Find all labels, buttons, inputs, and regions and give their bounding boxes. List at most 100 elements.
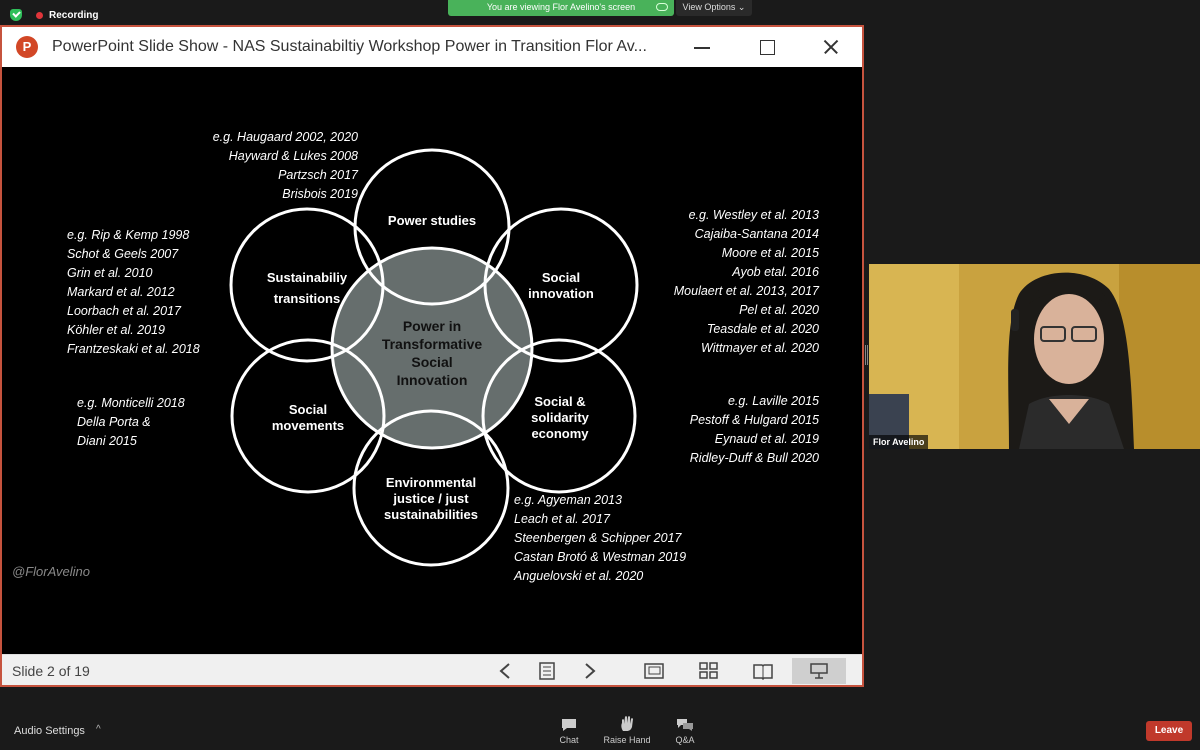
participant-video[interactable]: Flor Avelino bbox=[869, 264, 1200, 449]
leave-button[interactable]: Leave bbox=[1146, 721, 1192, 741]
recording-indicator: Recording bbox=[10, 6, 98, 24]
recording-dot-icon bbox=[36, 11, 43, 19]
reference-item: Moore et al. 2015 bbox=[721, 246, 819, 260]
powerpoint-titlebar: P PowerPoint Slide Show - NAS Sustainabi… bbox=[2, 27, 862, 67]
label-movements: Social movements bbox=[238, 402, 378, 434]
refs-transitions: e.g. Rip & Kemp 1998 Schot & Geels 2007 … bbox=[67, 226, 227, 359]
reference-item: Diani 2015 bbox=[77, 434, 137, 448]
qa-label: Q&A bbox=[675, 735, 695, 745]
slideshow-view-button[interactable] bbox=[792, 658, 846, 684]
center-label: Power in Transformative Social Innovatio… bbox=[352, 317, 512, 389]
circle-label-line: innovation bbox=[528, 286, 594, 301]
book-icon bbox=[753, 664, 773, 680]
chat-button[interactable]: Chat bbox=[539, 716, 599, 745]
center-line: Transformative bbox=[381, 336, 483, 352]
refs-environmental: e.g. Agyeman 2013 Leach et al. 2017 Stee… bbox=[514, 491, 734, 586]
reference-item: Hayward & Lukes 2008 bbox=[228, 149, 358, 163]
reference-item: Frantzeskaki et al. 2018 bbox=[67, 342, 200, 356]
circle-label-line: movements bbox=[271, 418, 345, 433]
minimize-button[interactable] bbox=[690, 35, 714, 59]
slide-menu-button[interactable] bbox=[532, 658, 562, 684]
reference-item: e.g. Agyeman 2013 bbox=[514, 493, 622, 507]
reference-item: Ayob etal. 2016 bbox=[732, 265, 819, 279]
reference-item: Schot & Geels 2007 bbox=[67, 247, 179, 261]
presenter-icon bbox=[810, 663, 828, 679]
reference-item: e.g. Laville 2015 bbox=[727, 394, 819, 408]
next-slide-button[interactable] bbox=[575, 658, 605, 684]
normal-view-button[interactable] bbox=[639, 658, 669, 684]
chevron-left-icon bbox=[499, 663, 510, 679]
reference-item: e.g. Monticelli 2018 bbox=[77, 396, 185, 410]
raise-hand-label: Raise Hand bbox=[603, 735, 651, 745]
center-line: Social bbox=[411, 354, 453, 370]
chevron-right-icon bbox=[585, 663, 596, 679]
circle-label-line: sustainabilities bbox=[384, 507, 478, 522]
label-power-studies: Power studies bbox=[362, 213, 502, 229]
slide-counter: Slide 2 of 19 bbox=[12, 663, 90, 679]
audio-chevron-up-icon[interactable]: ^ bbox=[96, 724, 101, 735]
circle-label-line: Social bbox=[541, 270, 581, 285]
refs-solidarity: e.g. Laville 2015 Pestoff & Hulgard 2015… bbox=[639, 392, 819, 468]
panel-resize-handle[interactable] bbox=[865, 345, 868, 365]
refs-social-innovation: e.g. Westley et al. 2013 Cajaiba-Santana… bbox=[619, 206, 819, 358]
window-title: PowerPoint Slide Show - NAS Sustainabilt… bbox=[52, 38, 647, 55]
chat-icon bbox=[539, 716, 599, 732]
security-shield-icon bbox=[10, 9, 22, 21]
reference-item: Markard et al. 2012 bbox=[67, 285, 175, 299]
meeting-toolbar: Audio Settings ^ Chat Raise Hand Q&A Lea… bbox=[0, 712, 1200, 750]
circle-label-line: solidarity bbox=[531, 410, 589, 425]
maximize-button[interactable] bbox=[755, 35, 779, 59]
qa-icon bbox=[655, 716, 715, 732]
raise-hand-button[interactable]: Raise Hand bbox=[597, 716, 657, 745]
zoom-window: Recording You are viewing Flor Avelino's… bbox=[0, 0, 1200, 750]
close-button[interactable] bbox=[819, 35, 843, 59]
hand-icon bbox=[597, 716, 657, 732]
reference-item: e.g. Rip & Kemp 1998 bbox=[67, 228, 190, 242]
slide-canvas: Power in Transformative Social Innovatio… bbox=[2, 67, 862, 654]
reference-item: Anguelovski et al. 2020 bbox=[514, 569, 644, 583]
reference-item: Partzsch 2017 bbox=[278, 168, 358, 182]
reference-item: Pestoff & Hulgard 2015 bbox=[689, 413, 819, 427]
cloud-icon bbox=[656, 3, 668, 11]
reference-item: Leach et al. 2017 bbox=[514, 512, 610, 526]
grid-icon bbox=[699, 662, 718, 679]
center-line: Power in bbox=[402, 318, 462, 334]
label-transitions: Sustainabiliy transitions bbox=[237, 267, 377, 309]
reference-item: Wittmayer et al. 2020 bbox=[701, 341, 819, 355]
chat-label: Chat bbox=[559, 735, 579, 745]
circle-label-line: justice / just bbox=[393, 491, 469, 506]
circle-label-line: Environmental bbox=[385, 475, 477, 490]
circle-label-line: Power studies bbox=[387, 213, 477, 228]
reference-item: Pel et al. 2020 bbox=[739, 303, 819, 317]
circle-label-line: Social & bbox=[534, 394, 586, 409]
reference-item: Moulaert et al. 2013, 2017 bbox=[673, 284, 819, 298]
participant-name-tag: Flor Avelino bbox=[869, 435, 929, 449]
recording-label: Recording bbox=[49, 9, 99, 21]
reference-item: Grin et al. 2010 bbox=[67, 266, 153, 280]
reading-view-button[interactable] bbox=[748, 658, 778, 684]
qa-button[interactable]: Q&A bbox=[655, 716, 715, 745]
previous-slide-button[interactable] bbox=[490, 658, 520, 684]
circle-label-line: Social bbox=[288, 402, 328, 417]
reference-item: Köhler et al. 2019 bbox=[67, 323, 165, 337]
reference-item: Eynaud et al. 2019 bbox=[714, 432, 819, 446]
viewing-banner: You are viewing Flor Avelino's screen bbox=[448, 0, 674, 16]
reference-item: Loorbach et al. 2017 bbox=[67, 304, 181, 318]
slideshow-status-bar: Slide 2 of 19 bbox=[2, 654, 862, 685]
circle-label-line: transitions bbox=[273, 291, 341, 306]
refs-movements: e.g. Monticelli 2018 Della Porta & Diani… bbox=[77, 394, 237, 451]
participant-video-frame bbox=[869, 264, 1200, 449]
audio-settings-button[interactable]: Audio Settings bbox=[14, 725, 85, 737]
refs-power-studies: e.g. Haugaard 2002, 2020 Hayward & Lukes… bbox=[152, 128, 358, 204]
reference-item: Ridley-Duff & Bull 2020 bbox=[689, 451, 819, 465]
slide-sorter-button[interactable] bbox=[694, 658, 724, 684]
normal-view-icon bbox=[644, 663, 664, 679]
view-options-button[interactable]: View Options ⌄ bbox=[676, 0, 752, 16]
slides-list-icon bbox=[539, 662, 555, 680]
watermark-handle: @FlorAvelino bbox=[12, 564, 90, 579]
reference-item: Cajaiba-Santana 2014 bbox=[694, 227, 819, 241]
viewing-banner-text: You are viewing Flor Avelino's screen bbox=[486, 2, 636, 12]
reference-item: e.g. Westley et al. 2013 bbox=[688, 208, 819, 222]
circle-label-line: Sustainabiliy bbox=[266, 270, 348, 285]
powerpoint-window: P PowerPoint Slide Show - NAS Sustainabi… bbox=[0, 25, 864, 687]
